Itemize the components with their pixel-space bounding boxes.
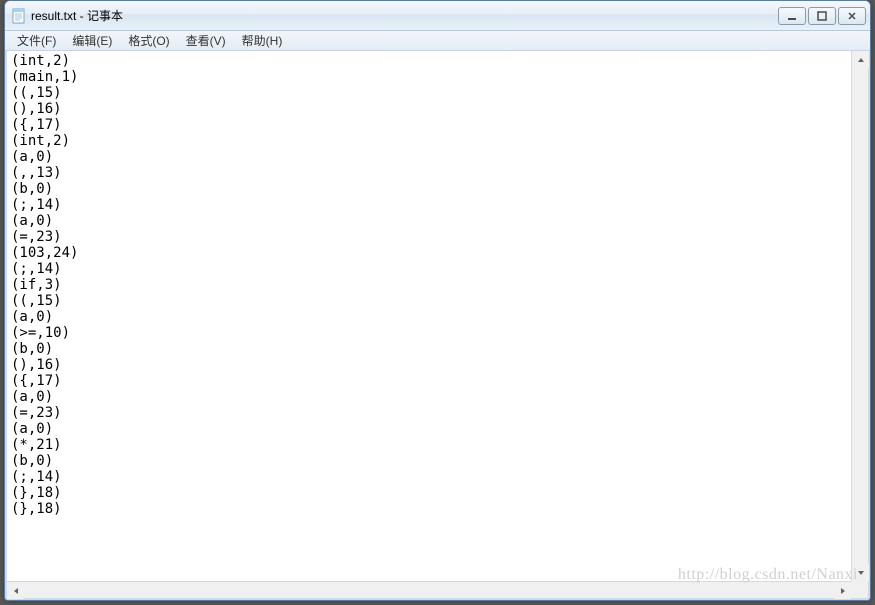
scroll-right-icon[interactable] [834,582,851,599]
titlebar[interactable]: result.txt - 记事本 [5,1,870,31]
close-button[interactable] [838,7,866,25]
notepad-icon [11,8,27,24]
scroll-down-icon[interactable] [852,564,869,581]
menu-format[interactable]: 格式(O) [120,30,177,51]
window-controls [778,7,866,25]
menubar: 文件(F) 编辑(E) 格式(O) 查看(V) 帮助(H) [5,31,870,51]
window-title: result.txt - 记事本 [31,7,778,24]
menu-view[interactable]: 查看(V) [178,30,234,51]
maximize-button[interactable] [808,7,836,25]
horizontal-scrollbar[interactable] [7,581,851,598]
menu-help[interactable]: 帮助(H) [234,30,291,51]
scroll-left-icon[interactable] [7,582,24,599]
vertical-scrollbar[interactable] [851,51,868,581]
menu-file[interactable]: 文件(F) [9,30,64,51]
notepad-window: result.txt - 记事本 文件(F) 编辑(E) 格式(O) 查看(V)… [4,0,871,601]
menu-edit[interactable]: 编辑(E) [64,30,120,51]
editor-frame: (int,2) (main,1) ((,15) (),16) ({,17) (i… [5,51,870,600]
text-area[interactable]: (int,2) (main,1) ((,15) (),16) ({,17) (i… [7,51,868,598]
minimize-button[interactable] [778,7,806,25]
scroll-corner [851,581,868,598]
scroll-up-icon[interactable] [852,51,869,68]
